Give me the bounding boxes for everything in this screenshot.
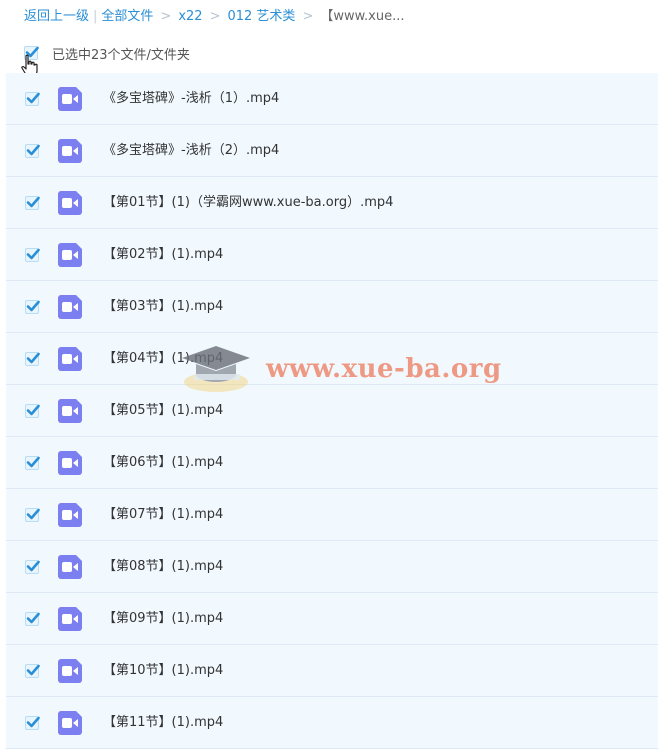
file-name[interactable]: 【第11节】(1).mp4 — [103, 714, 223, 732]
video-file-icon — [58, 711, 82, 735]
file-checkbox[interactable] — [25, 92, 40, 106]
chevron-right-icon: > — [160, 9, 172, 24]
checkmark-icon — [26, 248, 40, 260]
video-file-icon — [58, 295, 82, 319]
file-row[interactable]: 《多宝塔碑》-浅析（1）.mp4 — [6, 73, 658, 125]
file-row[interactable]: 【第03节】(1).mp4 — [6, 281, 658, 333]
checkmark-icon — [26, 664, 40, 676]
checkmark-icon — [26, 300, 40, 312]
video-file-icon — [58, 659, 82, 683]
selection-count-label: 已选中23个文件/文件夹 — [52, 47, 190, 63]
video-file-icon — [58, 87, 82, 111]
breadcrumb-current: 【www.xue... — [320, 9, 405, 24]
file-name[interactable]: 【第10节】(1).mp4 — [103, 662, 223, 680]
file-checkbox[interactable] — [25, 404, 40, 418]
file-name[interactable]: 【第02节】(1).mp4 — [103, 246, 223, 264]
checkmark-icon — [26, 456, 40, 468]
file-name[interactable]: 【第04节】(1).mp4 — [103, 350, 223, 368]
file-row[interactable]: 【第02节】(1).mp4 — [6, 229, 658, 281]
video-file-icon — [58, 607, 82, 631]
all-files-link[interactable]: 全部文件 — [101, 9, 153, 24]
file-name[interactable]: 【第07节】(1).mp4 — [103, 506, 223, 524]
checkmark-icon — [26, 404, 40, 416]
select-all-bar: 已选中23个文件/文件夹 — [24, 42, 190, 64]
file-list: 《多宝塔碑》-浅析（1）.mp4 《多宝塔碑》-浅析（2）.mp4 【第01节】(1… — [6, 73, 658, 749]
breadcrumb-divider: | — [93, 9, 98, 24]
file-checkbox[interactable] — [25, 144, 40, 158]
file-name[interactable]: 【第01节】(1)（学霸网www.xue-ba.org）.mp4 — [103, 194, 393, 212]
file-checkbox[interactable] — [25, 612, 40, 626]
chevron-right-icon: > — [209, 9, 221, 24]
file-checkbox[interactable] — [25, 560, 40, 574]
file-row[interactable]: 【第06节】(1).mp4 — [6, 437, 658, 489]
breadcrumb-item-x22[interactable]: x22 — [178, 9, 202, 24]
video-file-icon — [58, 139, 82, 163]
checkmark-icon — [26, 716, 40, 728]
file-checkbox[interactable] — [25, 456, 40, 470]
file-row[interactable]: 【第11节】(1).mp4 — [6, 697, 658, 749]
file-name[interactable]: 【第08节】(1).mp4 — [103, 558, 223, 576]
checkmark-icon — [26, 144, 40, 156]
file-name[interactable]: 【第06节】(1).mp4 — [103, 454, 223, 472]
breadcrumb: 返回上一级 | 全部文件 > x22 >012 艺术类 > 【www.xue... — [24, 8, 405, 26]
video-file-icon — [58, 191, 82, 215]
file-checkbox[interactable] — [25, 508, 40, 522]
file-checkbox[interactable] — [25, 664, 40, 678]
checkmark-icon — [26, 352, 40, 364]
file-row[interactable]: 【第01节】(1)（学霸网www.xue-ba.org）.mp4 — [6, 177, 658, 229]
back-link[interactable]: 返回上一级 — [24, 9, 89, 24]
file-checkbox[interactable] — [25, 248, 40, 262]
file-row[interactable]: 【第05节】(1).mp4 — [6, 385, 658, 437]
file-row[interactable]: 【第10节】(1).mp4 — [6, 645, 658, 697]
video-file-icon — [58, 243, 82, 267]
chevron-right-icon: > — [302, 9, 314, 24]
checkmark-icon — [26, 560, 40, 572]
file-name[interactable]: 《多宝塔碑》-浅析（2）.mp4 — [103, 142, 279, 160]
checkmark-icon — [26, 196, 40, 208]
video-file-icon — [58, 347, 82, 371]
video-file-icon — [58, 555, 82, 579]
checkmark-icon — [26, 92, 40, 104]
video-file-icon — [58, 451, 82, 475]
file-checkbox[interactable] — [25, 716, 40, 730]
video-file-icon — [58, 503, 82, 527]
file-row[interactable]: 《多宝塔碑》-浅析（2）.mp4 — [6, 125, 658, 177]
file-checkbox[interactable] — [25, 352, 40, 366]
video-file-icon — [58, 399, 82, 423]
checkmark-icon — [26, 612, 40, 624]
file-checkbox[interactable] — [25, 196, 40, 210]
file-row[interactable]: 【第04节】(1).mp4 — [6, 333, 658, 385]
checkmark-icon — [26, 508, 40, 520]
file-name[interactable]: 【第09节】(1).mp4 — [103, 610, 223, 628]
file-checkbox[interactable] — [25, 300, 40, 314]
file-row[interactable]: 【第09节】(1).mp4 — [6, 593, 658, 645]
file-row[interactable]: 【第07节】(1).mp4 — [6, 489, 658, 541]
breadcrumb-item-art[interactable]: 012 艺术类 — [227, 9, 295, 24]
file-name[interactable]: 【第03节】(1).mp4 — [103, 298, 223, 316]
file-name[interactable]: 【第05节】(1).mp4 — [103, 402, 223, 420]
file-name[interactable]: 《多宝塔碑》-浅析（1）.mp4 — [103, 90, 279, 108]
file-row[interactable]: 【第08节】(1).mp4 — [6, 541, 658, 593]
